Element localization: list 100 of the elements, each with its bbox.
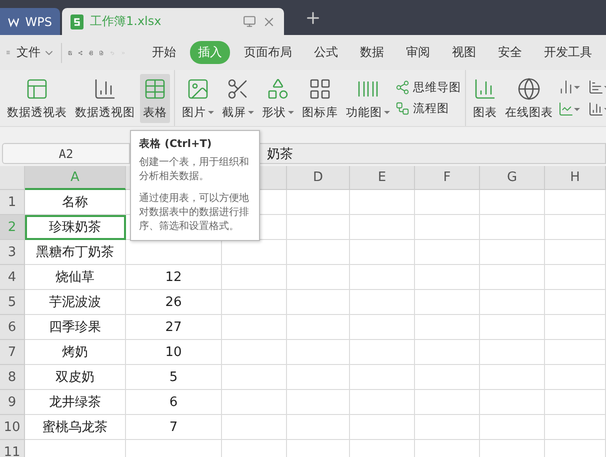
chart-type-button[interactable] xyxy=(558,101,580,117)
empty-cell xyxy=(350,290,415,315)
logo-icon xyxy=(8,16,20,28)
ribbon-tab[interactable]: 开始 xyxy=(144,41,184,64)
ribbon-tab[interactable]: 公式 xyxy=(306,41,346,64)
table-cell: 黑糖布丁奶茶 xyxy=(25,240,126,265)
empty-cell xyxy=(287,265,350,290)
empty-cell xyxy=(415,190,480,215)
name-box[interactable]: A2 xyxy=(2,143,130,164)
column-header[interactable]: H xyxy=(545,166,606,190)
empty-cell xyxy=(415,340,480,365)
empty-cell xyxy=(480,390,545,415)
table-cell: 烤奶 xyxy=(25,340,126,365)
empty-cell xyxy=(350,315,415,340)
empty-cell xyxy=(287,215,350,240)
row-header[interactable]: 1 xyxy=(0,190,25,215)
ribbon-button[interactable]: 图表 xyxy=(470,74,500,122)
empty-cell xyxy=(350,415,415,440)
empty-cell xyxy=(287,390,350,415)
empty-cell xyxy=(480,340,545,365)
ribbon-tab[interactable]: 安全 xyxy=(490,41,530,64)
row-header[interactable]: 8 xyxy=(0,365,25,390)
empty-cell xyxy=(350,215,415,240)
row-header[interactable]: 10 xyxy=(0,415,25,440)
empty-cell xyxy=(545,290,606,315)
empty-cell xyxy=(287,290,350,315)
spreadsheet-file-icon xyxy=(70,14,84,30)
row-header[interactable]: 6 xyxy=(0,315,25,340)
ribbon-button[interactable]: 截屏 xyxy=(219,74,257,122)
window-icon[interactable] xyxy=(243,15,256,28)
row-header[interactable]: 4 xyxy=(0,265,25,290)
chart-type-button[interactable] xyxy=(558,79,580,95)
row-header[interactable]: 7 xyxy=(0,340,25,365)
empty-cell xyxy=(222,290,287,315)
ribbon-button[interactable]: 表格 xyxy=(140,74,170,122)
empty-cell xyxy=(350,390,415,415)
empty-cell xyxy=(287,415,350,440)
mind-map-icon xyxy=(395,80,410,95)
empty-cell xyxy=(222,315,287,340)
table-cell: 芋泥波波 xyxy=(25,290,126,315)
empty-cell xyxy=(287,240,350,265)
column-header[interactable]: E xyxy=(350,166,415,190)
empty-cell xyxy=(415,290,480,315)
empty-cell xyxy=(222,390,287,415)
table-cell: 烧仙草 xyxy=(25,265,126,290)
table-cell: 蜜桃乌龙茶 xyxy=(25,415,126,440)
table-cell: 6 xyxy=(126,390,222,415)
empty-cell xyxy=(545,365,606,390)
flowchart-icon xyxy=(395,101,410,116)
empty-cell xyxy=(350,265,415,290)
row-header[interactable]: 3 xyxy=(0,240,25,265)
table-cell: 四季珍果 xyxy=(25,315,126,340)
ribbon-button[interactable]: 思维导图 xyxy=(395,80,461,95)
empty-cell xyxy=(415,390,480,415)
ribbon-button[interactable]: 在线图表 xyxy=(502,74,556,122)
ribbon-icon xyxy=(473,76,497,100)
chart-type-button[interactable] xyxy=(588,79,606,95)
row-header[interactable]: 9 xyxy=(0,390,25,415)
app-tab[interactable]: WPS xyxy=(0,8,60,35)
ribbon-button[interactable]: 功能图 xyxy=(343,74,393,122)
table-cell: 双皮奶 xyxy=(25,365,126,390)
ribbon-icon xyxy=(93,76,117,100)
column-header[interactable]: G xyxy=(480,166,545,190)
ribbon-tab[interactable]: 视图 xyxy=(444,41,484,64)
ribbon-icon xyxy=(143,76,167,100)
empty-cell xyxy=(287,190,350,215)
ribbon-icon xyxy=(25,76,49,100)
ribbon-icon xyxy=(266,76,290,100)
empty-cell xyxy=(222,340,287,365)
empty-cell xyxy=(545,415,606,440)
ribbon-button[interactable]: 图标库 xyxy=(299,74,341,122)
ribbon-button[interactable]: 数据透视图 xyxy=(72,74,138,122)
ribbon-tab[interactable]: 开发工具 xyxy=(536,41,600,64)
ribbon-tab[interactable]: 数据 xyxy=(352,41,392,64)
empty-cell xyxy=(480,190,545,215)
ribbon-tab[interactable]: 审阅 xyxy=(398,41,438,64)
ribbon-button[interactable]: 流程图 xyxy=(395,101,461,116)
file-menu[interactable]: 文件 xyxy=(16,44,56,61)
empty-cell xyxy=(545,390,606,415)
ribbon-button[interactable]: 图片 xyxy=(179,74,217,122)
empty-cell xyxy=(350,340,415,365)
column-header[interactable]: F xyxy=(415,166,480,190)
row-header[interactable]: 5 xyxy=(0,290,25,315)
table-cell: 27 xyxy=(126,315,222,340)
empty-cell xyxy=(545,190,606,215)
column-header[interactable]: D xyxy=(287,166,350,190)
ribbon-button[interactable]: 数据透视表 xyxy=(4,74,70,122)
empty-cell xyxy=(545,265,606,290)
empty-cell xyxy=(350,240,415,265)
empty-cell xyxy=(415,415,480,440)
empty-cell xyxy=(287,315,350,340)
table-cell: 珍珠奶茶 xyxy=(25,215,126,240)
ribbon-tab[interactable]: 页面布局 xyxy=(236,41,300,64)
row-header[interactable]: 11 xyxy=(0,440,25,457)
empty-cell xyxy=(222,365,287,390)
empty-cell xyxy=(480,315,545,340)
ribbon-button[interactable]: 形状 xyxy=(259,74,297,122)
empty-cell xyxy=(222,415,287,440)
chart-type-button[interactable] xyxy=(588,101,606,117)
ribbon-icon xyxy=(308,76,332,100)
